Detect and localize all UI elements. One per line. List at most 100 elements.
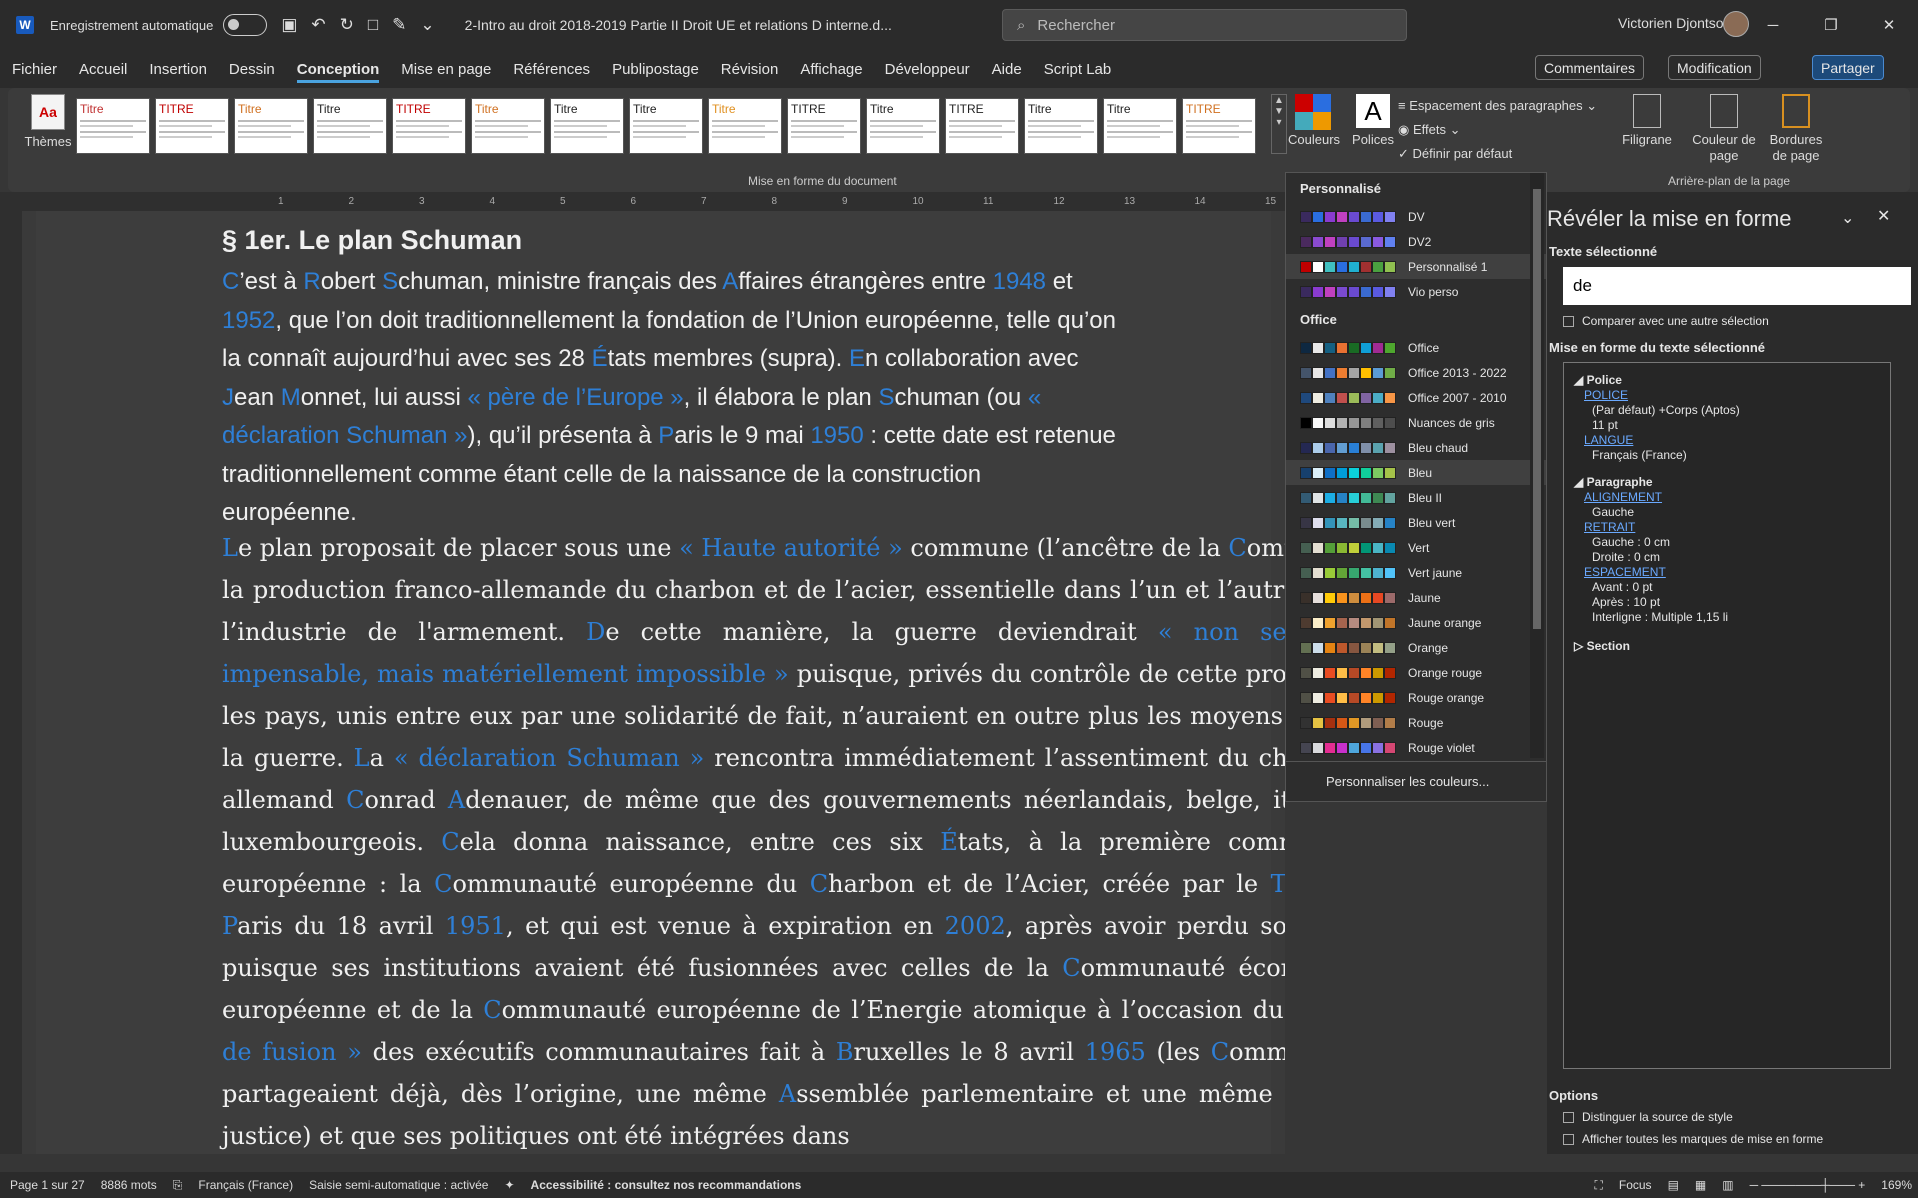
color-scheme-item[interactable]: Vert jaune [1286, 560, 1546, 585]
color-scheme-item[interactable]: DV [1286, 204, 1546, 229]
tab-6[interactable]: Références [513, 61, 590, 78]
format-marks-checkbox[interactable] [1563, 1133, 1574, 1145]
zoom-level[interactable]: 169% [1881, 1178, 1912, 1192]
compare-option[interactable]: Comparer avec une autre sélection [1563, 314, 1769, 328]
document-title[interactable]: 2-Intro au droit 2018-2019 Partie II Dro… [465, 17, 892, 33]
tab-1[interactable]: Accueil [79, 61, 127, 78]
color-scheme-item[interactable]: Bleu [1286, 460, 1546, 485]
accessibility-icon[interactable]: ✦ [504, 1178, 514, 1192]
user-name[interactable]: Victorien Djontso [1618, 15, 1724, 31]
alignment-link[interactable]: ALIGNEMENT [1574, 490, 1880, 505]
style-set-tile[interactable]: Titre [1024, 98, 1098, 154]
redo-icon[interactable]: ↻ [340, 15, 354, 35]
tab-9[interactable]: Affichage [800, 61, 862, 78]
paragraph-1[interactable]: C’est à Robert Schuman, ministre françai… [222, 263, 1122, 533]
watermark-button[interactable]: Filigrane [1620, 94, 1674, 148]
focus-icon[interactable]: ⛶ [1594, 1178, 1602, 1193]
set-default-button[interactable]: ✓ Définir par défaut [1398, 142, 1597, 166]
pane-close-icon[interactable]: ✕ [1877, 206, 1890, 226]
style-set-tile[interactable]: Titre [471, 98, 545, 154]
color-scheme-item[interactable]: Office 2013 - 2022 [1286, 360, 1546, 385]
paragraph-spacing-button[interactable]: ≡ Espacement des paragraphes ⌄ [1398, 94, 1597, 118]
color-scheme-item[interactable]: Rouge orange [1286, 685, 1546, 710]
language[interactable]: Français (France) [198, 1178, 293, 1192]
color-scheme-item[interactable]: Office 2007 - 2010 [1286, 385, 1546, 410]
style-set-tile[interactable]: Titre [234, 98, 308, 154]
save-icon[interactable]: ▣ [281, 15, 297, 35]
color-scheme-item[interactable]: Nuances de gris [1286, 410, 1546, 435]
tab-10[interactable]: Développeur [885, 61, 970, 78]
web-layout-icon[interactable]: ▥ [1722, 1178, 1733, 1192]
horizontal-ruler[interactable]: 1 2 3 4 5 6 7 8 9 10 11 12 13 14 15 [0, 192, 1285, 211]
style-set-tile[interactable]: TITRE [1182, 98, 1256, 154]
print-layout-icon[interactable]: ▦ [1695, 1178, 1706, 1192]
page-color-button[interactable]: Couleur de page [1690, 94, 1758, 164]
pane-options-icon[interactable]: ⌄ [1841, 208, 1854, 228]
close-icon[interactable]: ✕ [1860, 16, 1918, 34]
retrait-link[interactable]: RETRAIT [1574, 520, 1880, 535]
style-source-checkbox[interactable] [1563, 1111, 1574, 1123]
popup-scrollbar-thumb[interactable] [1533, 189, 1541, 629]
color-scheme-item[interactable]: Office [1286, 335, 1546, 360]
tab-11[interactable]: Aide [992, 61, 1022, 78]
zoom-slider[interactable]: ─ ───────┼─── + [1750, 1178, 1866, 1192]
color-scheme-item[interactable]: Bleu chaud [1286, 435, 1546, 460]
page-borders-button[interactable]: Bordures de page [1764, 94, 1828, 164]
customize-colors-item[interactable]: Personnaliser les couleurs... [1286, 761, 1546, 801]
formatting-tree[interactable]: ◢ Police POLICE (Par défaut) +Corps (Apt… [1563, 362, 1891, 1069]
color-scheme-item[interactable]: Jaune orange [1286, 610, 1546, 635]
style-set-tile[interactable]: Titre [1103, 98, 1177, 154]
style-set-tile[interactable]: Titre [550, 98, 624, 154]
autocomplete-status[interactable]: Saisie semi-automatique : activée [309, 1178, 488, 1192]
style-set-tile[interactable]: Titre [629, 98, 703, 154]
color-scheme-item[interactable]: DV2 [1286, 229, 1546, 254]
colors-button[interactable]: Couleurs [1288, 94, 1340, 148]
vertical-ruler[interactable] [0, 211, 22, 1154]
page-count[interactable]: Page 1 sur 27 [10, 1178, 85, 1192]
fonts-button[interactable]: A Polices [1346, 94, 1400, 148]
color-scheme-item[interactable]: Vio perso [1286, 279, 1546, 304]
effects-button[interactable]: ◉ Effets ⌄ [1398, 118, 1597, 142]
style-set-tile[interactable]: Titre [76, 98, 150, 154]
modification-button[interactable]: Modification [1668, 55, 1761, 80]
accessibility-status[interactable]: Accessibilité : consultez nos recommanda… [531, 1178, 802, 1192]
document-page[interactable]: § 1er. Le plan Schuman C’est à Robert Sc… [36, 211, 1285, 1154]
autosave-toggle[interactable] [223, 14, 268, 36]
espacement-link[interactable]: ESPACEMENT [1574, 565, 1880, 580]
style-set-tile[interactable]: TITRE [155, 98, 229, 154]
tab-12[interactable]: Script Lab [1044, 61, 1112, 78]
color-scheme-item[interactable]: Bleu II [1286, 485, 1546, 510]
popup-scrollbar[interactable] [1530, 173, 1544, 758]
document-area[interactable]: § 1er. Le plan Schuman C’est à Robert Sc… [22, 211, 1285, 1154]
style-set-tile[interactable]: Titre [708, 98, 782, 154]
tab-4[interactable]: Conception [296, 61, 380, 83]
new-doc-icon[interactable]: □ [368, 15, 378, 35]
tree-police-header[interactable]: ◢ Police [1574, 373, 1880, 388]
tree-paragraph-header[interactable]: ◢ Paragraphe [1574, 475, 1880, 490]
tab-8[interactable]: Révision [721, 61, 779, 78]
undo-icon[interactable]: ↶ [311, 15, 325, 35]
restore-icon[interactable]: ❐ [1802, 16, 1860, 34]
color-scheme-item[interactable]: Rouge [1286, 710, 1546, 735]
compare-checkbox[interactable] [1563, 315, 1574, 327]
word-count[interactable]: 8886 mots [101, 1178, 157, 1192]
comments-button[interactable]: Commentaires [1535, 55, 1645, 80]
police-link[interactable]: POLICE [1574, 388, 1880, 403]
style-set-tile[interactable]: TITRE [945, 98, 1019, 154]
color-scheme-item[interactable]: Bleu vert [1286, 510, 1546, 535]
minimize-icon[interactable]: ─ [1744, 17, 1802, 34]
style-set-tile[interactable]: TITRE [392, 98, 466, 154]
color-scheme-item[interactable]: Orange rouge [1286, 660, 1546, 685]
style-set-tile[interactable]: Titre [313, 98, 387, 154]
color-scheme-item[interactable]: Rouge violet [1286, 735, 1546, 760]
themes-button[interactable]: Aa Thèmes [18, 94, 78, 149]
gallery-more-icon[interactable]: ▲ ▼ ▾ [1271, 94, 1287, 154]
tree-section-header[interactable]: ▷ Section [1574, 639, 1880, 654]
read-mode-icon[interactable]: ▤ [1668, 1178, 1679, 1192]
paragraph-2[interactable]: Le plan proposait de placer sous une « H… [222, 527, 1285, 1154]
selected-text-field[interactable]: de [1563, 267, 1911, 305]
tab-3[interactable]: Dessin [229, 61, 275, 78]
share-button[interactable]: Partager [1812, 55, 1884, 80]
color-scheme-item[interactable]: Orange [1286, 635, 1546, 660]
color-scheme-item[interactable]: Vert [1286, 535, 1546, 560]
